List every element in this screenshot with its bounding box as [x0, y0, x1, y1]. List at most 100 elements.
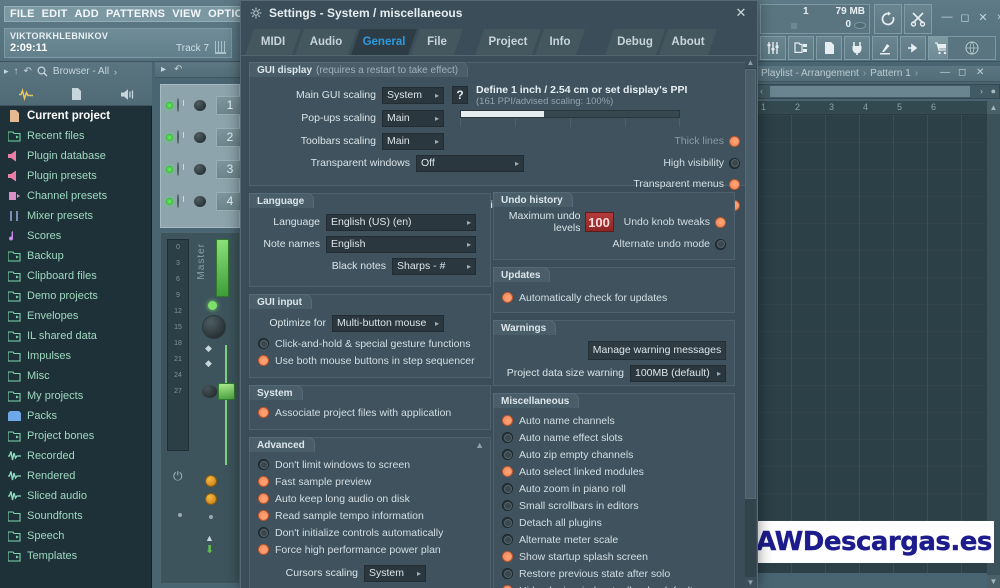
browser-item-mixer-presets[interactable]: Mixer presets [0, 206, 151, 226]
toggle-undo-knob-tweaks[interactable]: Undo knob tweaks [624, 214, 726, 230]
channel-knob[interactable] [177, 161, 190, 176]
browser-item-my-projects[interactable]: My projects [0, 386, 151, 406]
tab-info[interactable]: Info [535, 29, 585, 55]
patterns-tool-button[interactable] [788, 36, 814, 60]
radio-toggle[interactable] [502, 292, 513, 303]
radio-toggle[interactable] [258, 407, 269, 418]
browser-item-sliced-audio[interactable]: Sliced audio [0, 486, 151, 506]
browser-item-backup[interactable]: Backup [0, 246, 151, 266]
browser-item-soundfonts[interactable]: Soundfonts [0, 506, 151, 526]
ppi-slider[interactable] [460, 109, 680, 118]
radio-toggle[interactable] [258, 459, 269, 470]
radio-toggle[interactable] [502, 517, 513, 528]
mixer-volume-fader[interactable] [218, 383, 235, 400]
browser-item-plugin-database[interactable]: Plugin database [0, 146, 151, 166]
channel-led[interactable] [166, 133, 173, 141]
browser-item-templates[interactable]: Templates [0, 546, 151, 566]
misc-option-restore-previous-state-after-solo[interactable]: Restore previous state after solo [502, 565, 726, 582]
menu-item-patterns[interactable]: PATTERNS [106, 8, 165, 20]
minimize-button[interactable]: — [938, 9, 956, 25]
tab-project[interactable]: Project [475, 29, 541, 55]
browser-forward-icon[interactable]: ▸ [4, 66, 9, 77]
playlist-pattern-chevron-icon[interactable]: › [915, 68, 918, 79]
misc-option-hide-plugin-window-toolbar-by-default[interactable]: Hide plugin window toolbar by default [502, 582, 726, 588]
manage-warning-messages-button[interactable]: Manage warning messages [588, 340, 726, 360]
channel-pan-knob[interactable] [194, 195, 206, 207]
channel-led[interactable] [166, 165, 173, 173]
playlist-scroll-down-icon[interactable]: ▼ [987, 575, 1000, 588]
main-gui-scaling-select[interactable]: System ▸ [382, 86, 444, 104]
radio-toggle[interactable] [258, 476, 269, 487]
browser-item-project-bones[interactable]: Project bones [0, 426, 151, 446]
channel-knob[interactable] [177, 193, 190, 208]
advanced-option-don-t-initialize-controls-automatically[interactable]: Don't initialize controls automatically [258, 524, 482, 541]
advanced-option-force-high-performance-power-plan[interactable]: Force high performance power plan [258, 541, 482, 558]
system-option-associate-project-files-with-application[interactable]: Associate project files with application [258, 404, 482, 421]
browser-item-envelopes[interactable]: Envelopes [0, 306, 151, 326]
playlist-scroll-right-icon[interactable]: › [980, 86, 983, 96]
refresh-button[interactable] [874, 4, 902, 34]
tab-about[interactable]: About [659, 29, 717, 55]
misc-option-auto-zoom-in-piano-roll[interactable]: Auto zoom in piano roll [502, 480, 726, 497]
playlist-minimize-button[interactable]: — [940, 67, 950, 78]
plugin-filter-icon[interactable] [120, 88, 134, 101]
radio-toggle[interactable] [502, 449, 513, 460]
search-icon[interactable] [37, 66, 48, 77]
mixer-up-chevron-icon[interactable]: ▲ [205, 533, 214, 543]
channel-led[interactable] [166, 101, 173, 109]
radio-toggle[interactable] [258, 510, 269, 521]
undo-knob-tweaks-radio[interactable] [715, 216, 726, 228]
browser-item-recorded[interactable]: Recorded [0, 446, 151, 466]
advanced-collapse-chevron-icon[interactable]: ▲ [475, 440, 484, 450]
mixer-vertical-arrows-icon[interactable]: ◆ [205, 343, 212, 354]
cursors-scaling-select[interactable]: System ▸ [364, 564, 426, 582]
radio-toggle[interactable] [502, 432, 513, 443]
mixer-headphone-icon[interactable]: ⏻ [173, 469, 183, 484]
settings-scrollbar[interactable]: ▲ ▼ [745, 57, 756, 588]
browser-item-speech[interactable]: Speech [0, 526, 151, 546]
wave-filter-icon[interactable] [18, 87, 34, 101]
language-select[interactable]: English (US) (en) ▸ [326, 213, 476, 231]
channel-row[interactable]: 2 [166, 125, 244, 149]
gui-input-option-click-and-hold-special-gesture-functions[interactable]: Click-and-hold & special gesture functio… [258, 335, 482, 352]
menu-item-add[interactable]: ADD [75, 8, 99, 20]
radio-toggle[interactable] [502, 551, 513, 562]
cut-tool-button[interactable] [904, 4, 932, 34]
online-status-button[interactable] [947, 36, 996, 60]
settings-scroll-thumb[interactable] [745, 69, 756, 499]
expand-chevron-icon[interactable]: › [990, 9, 1000, 25]
browser-back-icon[interactable]: ↶ [24, 66, 32, 77]
radio-toggle[interactable] [258, 527, 269, 538]
toolbars-scaling-select[interactable]: Main ▸ [382, 132, 444, 150]
channel-row[interactable]: 3 [166, 157, 244, 181]
browser-item-plugin-presets[interactable]: Plugin presets [0, 166, 151, 186]
misc-option-detach-all-plugins[interactable]: Detach all plugins [502, 514, 726, 531]
mixer-horizontal-arrows-icon[interactable]: ◆ [205, 358, 212, 369]
radio-toggle[interactable] [502, 500, 513, 511]
advanced-option-read-sample-tempo-information[interactable]: Read sample tempo information [258, 507, 482, 524]
misc-option-show-startup-splash-screen[interactable]: Show startup splash screen [502, 548, 726, 565]
channel-pan-knob[interactable] [194, 99, 206, 111]
transparent-menus-radio[interactable] [729, 178, 740, 190]
radio-toggle[interactable] [502, 483, 513, 494]
settings-scroll-up-icon[interactable]: ▲ [745, 57, 756, 68]
radio-toggle[interactable] [502, 568, 513, 579]
piano-roll-tool-button[interactable] [872, 36, 898, 60]
toggle-high-visibility[interactable]: High visibility [663, 155, 740, 171]
browser-item-scores[interactable]: Scores [0, 226, 151, 246]
menu-item-file[interactable]: FILE [10, 8, 35, 20]
tab-debug[interactable]: Debug [605, 29, 665, 55]
tab-file[interactable]: File [411, 29, 463, 55]
advanced-option-fast-sample-preview[interactable]: Fast sample preview [258, 473, 482, 490]
browser-item-channel-presets[interactable]: Channel presets [0, 186, 151, 206]
browser-item-recent-files[interactable]: Recent files [0, 126, 151, 146]
mixer-tool-button[interactable] [760, 36, 786, 60]
misc-option-auto-name-effect-slots[interactable]: Auto name effect slots [502, 429, 726, 446]
mixer-pan-knob[interactable] [202, 315, 226, 339]
misc-option-auto-select-linked-modules[interactable]: Auto select linked modules [502, 463, 726, 480]
project-size-warning-select[interactable]: 100MB (default) ▸ [630, 364, 726, 382]
link-tool-button[interactable] [900, 36, 926, 60]
settings-scroll-down-icon[interactable]: ▼ [745, 577, 756, 588]
browser-item-demo-projects[interactable]: Demo projects [0, 286, 151, 306]
channel-pan-knob[interactable] [194, 163, 206, 175]
